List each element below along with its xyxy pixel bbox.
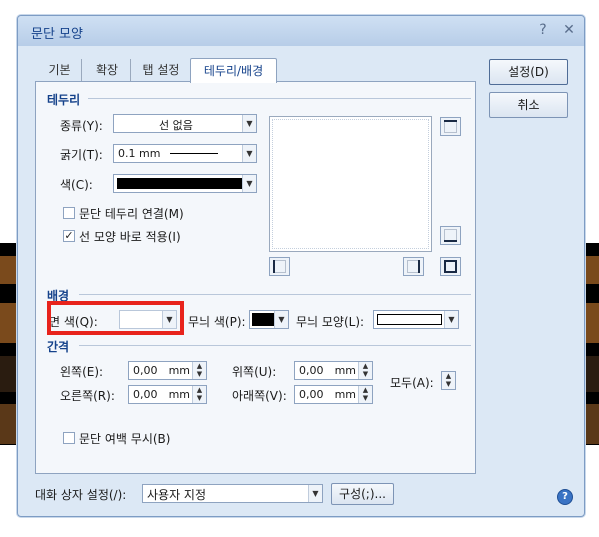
- spin-up-icon: ▲: [362, 362, 369, 370]
- pattern-shape-label: 무늬 모양(L):: [296, 315, 365, 329]
- all-spacing-stepper[interactable]: ▲ ▼: [441, 371, 456, 390]
- unit-label: mm: [168, 364, 190, 377]
- unit-label: mm: [334, 364, 356, 377]
- spin-up-icon: ▲: [196, 386, 203, 394]
- bottom-spacing-label: 아래쪽(V):: [232, 389, 287, 403]
- spin-down-icon: ▼: [196, 370, 203, 378]
- title-bar: 문단 모양 ? ✕: [18, 16, 584, 46]
- tab-tab-settings[interactable]: 탭 설정: [134, 59, 188, 81]
- connect-border-checkbox[interactable]: [63, 207, 75, 219]
- top-spacing-label: 위쪽(U):: [232, 365, 277, 379]
- apply-line-checkbox[interactable]: ✓: [63, 230, 75, 242]
- pattern-shape-preview: [377, 314, 442, 325]
- tab-border-background[interactable]: 테두리/배경: [190, 58, 277, 83]
- left-spacing-value: 0,00: [133, 364, 158, 377]
- apply-line-label: 선 모양 바로 적용(I): [79, 230, 181, 244]
- chevron-down-icon: ▼: [242, 145, 256, 162]
- dialog-setting-dropdown[interactable]: 사용자 지정 ▼: [142, 484, 323, 503]
- background-app-cell: [0, 303, 17, 343]
- connect-border-label: 문단 테두리 연결(M): [79, 207, 184, 221]
- border-all-icon[interactable]: [440, 257, 461, 276]
- ignore-margin-label: 문단 여백 무시(B): [79, 432, 171, 446]
- section-divider: [79, 294, 471, 295]
- spin-arrows[interactable]: ▲ ▼: [358, 386, 372, 403]
- border-type-label: 종류(Y):: [60, 119, 103, 133]
- left-spacing-stepper[interactable]: 0,00 mm ▲ ▼: [128, 361, 207, 380]
- spin-up-icon: ▲: [445, 372, 452, 380]
- highlight-box: [47, 301, 184, 335]
- background-app-cell: [583, 303, 599, 343]
- unit-label: mm: [334, 388, 356, 401]
- spin-arrows[interactable]: ▲ ▼: [442, 372, 455, 389]
- dialog-setting-value: 사용자 지정: [147, 488, 207, 502]
- background-app-cell: [583, 256, 599, 284]
- ignore-margin-checkbox[interactable]: [63, 432, 75, 444]
- border-right-icon[interactable]: [403, 257, 424, 276]
- dialog-title: 문단 모양: [31, 27, 83, 42]
- paragraph-shape-dialog: 문단 모양 ? ✕ 기본 확장 탭 설정 테두리/배경 테두리 종류(Y): 선…: [17, 15, 585, 517]
- spin-arrows[interactable]: ▲ ▼: [192, 362, 206, 379]
- border-thickness-value: 0.1 mm: [118, 147, 161, 160]
- chevron-down-icon: ▼: [242, 175, 256, 192]
- pattern-color-label: 무늬 색(P):: [188, 315, 246, 329]
- tab-extended[interactable]: 확장: [84, 59, 131, 81]
- pattern-color-dropdown[interactable]: ▼: [249, 310, 289, 329]
- bottom-spacing-stepper[interactable]: 0,00 mm ▲ ▼: [294, 385, 373, 404]
- spin-up-icon: ▲: [196, 362, 203, 370]
- border-top-icon[interactable]: [440, 117, 461, 136]
- spin-up-icon: ▲: [362, 386, 369, 394]
- spin-down-icon: ▼: [196, 394, 203, 402]
- preview-dotted-frame: [272, 119, 429, 249]
- help-icon[interactable]: ?: [532, 20, 554, 40]
- config-button[interactable]: 구성(;)...: [331, 483, 394, 505]
- all-spacing-label: 모두(A):: [390, 376, 434, 390]
- background-app-cell: [0, 404, 17, 444]
- left-spacing-label: 왼쪽(E):: [60, 365, 104, 379]
- dialog-setting-label: 대화 상자 설정(/):: [35, 488, 127, 502]
- background-app-cell: [583, 404, 599, 444]
- background-app-cell: [0, 256, 17, 284]
- border-thickness-label: 굵기(T):: [60, 148, 103, 162]
- border-bottom-icon[interactable]: [440, 226, 461, 245]
- background-app-cell: [0, 356, 17, 392]
- border-color-dropdown[interactable]: ▼: [113, 174, 257, 193]
- spin-arrows[interactable]: ▲ ▼: [358, 362, 372, 379]
- bottom-spacing-value: 0,00: [299, 388, 324, 401]
- border-preview: [269, 116, 432, 252]
- ok-button[interactable]: 설정(D): [489, 59, 568, 85]
- right-spacing-value: 0,00: [133, 388, 158, 401]
- help-round-icon[interactable]: ?: [557, 489, 573, 505]
- pattern-color-swatch: [252, 313, 274, 326]
- close-icon[interactable]: ✕: [558, 20, 580, 40]
- spin-down-icon: ▼: [362, 394, 369, 402]
- border-type-dropdown[interactable]: 선 없음 ▼: [113, 114, 257, 133]
- top-spacing-stepper[interactable]: 0,00 mm ▲ ▼: [294, 361, 373, 380]
- chevron-down-icon: ▼: [444, 311, 458, 328]
- border-thickness-dropdown[interactable]: 0.1 mm ▼: [113, 144, 257, 163]
- pattern-shape-dropdown[interactable]: ▼: [373, 310, 459, 329]
- spin-down-icon: ▼: [362, 370, 369, 378]
- top-spacing-value: 0,00: [299, 364, 324, 377]
- border-left-icon[interactable]: [269, 257, 290, 276]
- background-app-cell: [583, 356, 599, 392]
- spacing-section-title: 간격: [47, 340, 70, 354]
- right-spacing-label: 오른쪽(R):: [60, 389, 115, 403]
- tab-basic[interactable]: 기본: [38, 59, 82, 81]
- spin-arrows[interactable]: ▲ ▼: [192, 386, 206, 403]
- border-section-title: 테두리: [47, 93, 81, 107]
- spin-down-icon: ▼: [445, 380, 452, 388]
- right-spacing-stepper[interactable]: 0,00 mm ▲ ▼: [128, 385, 207, 404]
- section-divider: [79, 345, 471, 346]
- chevron-down-icon: ▼: [274, 311, 288, 328]
- border-type-value: 선 없음: [159, 119, 193, 132]
- border-color-swatch: [117, 178, 242, 189]
- unit-label: mm: [168, 388, 190, 401]
- cancel-button[interactable]: 취소: [489, 92, 568, 118]
- border-color-label: 색(C):: [60, 178, 93, 192]
- chevron-down-icon: ▼: [308, 485, 322, 502]
- line-preview: [170, 153, 218, 154]
- chevron-down-icon: ▼: [242, 115, 256, 132]
- tab-panel: 테두리 종류(Y): 선 없음 ▼ 굵기(T): 0.1 mm ▼ 색(C): …: [35, 81, 476, 474]
- section-divider: [88, 98, 471, 99]
